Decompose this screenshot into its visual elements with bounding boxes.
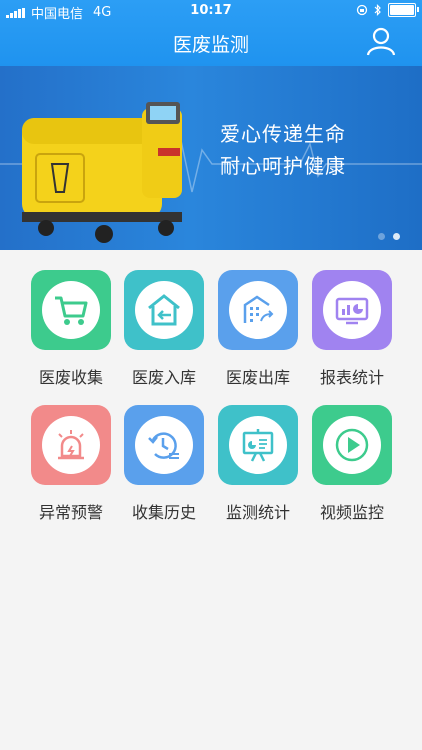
menu-label: 医废入库	[131, 368, 196, 387]
carousel-dot[interactable]	[378, 233, 385, 240]
bluetooth-icon	[374, 4, 381, 16]
banner-slogan: 爱心传递生命 耐心呵护健康	[220, 118, 346, 182]
menu-label: 视频监控	[319, 503, 384, 522]
history-icon	[148, 432, 179, 459]
menu-icon-bg	[31, 405, 111, 485]
menu-item-waste-storage-in[interactable]: 医废入库	[124, 270, 204, 388]
menu-label: 医废收集	[38, 368, 103, 387]
menu-label: 医废出库	[225, 368, 290, 387]
building-out-icon	[243, 295, 274, 323]
carousel-dot-active[interactable]	[393, 233, 400, 240]
top-bar: 中国电信 4G 10:17 医废监测	[0, 0, 422, 66]
banner-line1: 爱心传递生命	[220, 122, 346, 146]
menu-icon-bg	[124, 270, 204, 350]
menu-item-collection-history[interactable]: 收集历史	[124, 405, 204, 523]
menu-label: 异常预警	[38, 503, 103, 522]
menu-item-video-monitoring[interactable]: 视频监控	[312, 405, 392, 523]
report-icon	[335, 297, 369, 325]
page-title: 医废监测	[172, 34, 249, 56]
alarm-icon	[58, 430, 84, 460]
status-bar: 中国电信 4G 10:17	[0, 0, 422, 22]
waste-cart-image	[22, 102, 182, 243]
menu-item-abnormal-warning[interactable]: 异常预警	[31, 405, 111, 523]
banner-carousel[interactable]: 爱心传递生命 耐心呵护健康	[0, 66, 422, 250]
menu-item-monitoring-statistics[interactable]: 监测统计	[218, 405, 298, 523]
menu-label: 监测统计	[225, 503, 290, 522]
menu-icon-bg	[124, 405, 204, 485]
menu-icon-bg	[218, 270, 298, 350]
presentation-icon	[242, 429, 274, 462]
carousel-indicator	[378, 233, 400, 240]
menu-label: 收集历史	[131, 503, 196, 522]
menu-icon-bg	[218, 405, 298, 485]
menu-icon-bg	[312, 405, 392, 485]
menu-label: 报表统计	[319, 368, 384, 387]
menu-item-waste-storage-out[interactable]: 医废出库	[218, 270, 298, 388]
user-icon[interactable]	[366, 26, 396, 56]
orientation-lock-icon	[356, 4, 368, 16]
cart-icon	[55, 296, 88, 325]
menu-icon-bg	[31, 270, 111, 350]
menu-item-report-statistics[interactable]: 报表统计	[312, 270, 392, 388]
menu-item-waste-collection[interactable]: 医废收集	[31, 270, 111, 388]
banner-line2: 耐心呵护健康	[220, 154, 346, 178]
warehouse-in-icon	[148, 294, 180, 326]
battery-icon	[388, 3, 419, 17]
menu-icon-bg	[312, 270, 392, 350]
video-icon	[335, 428, 369, 462]
